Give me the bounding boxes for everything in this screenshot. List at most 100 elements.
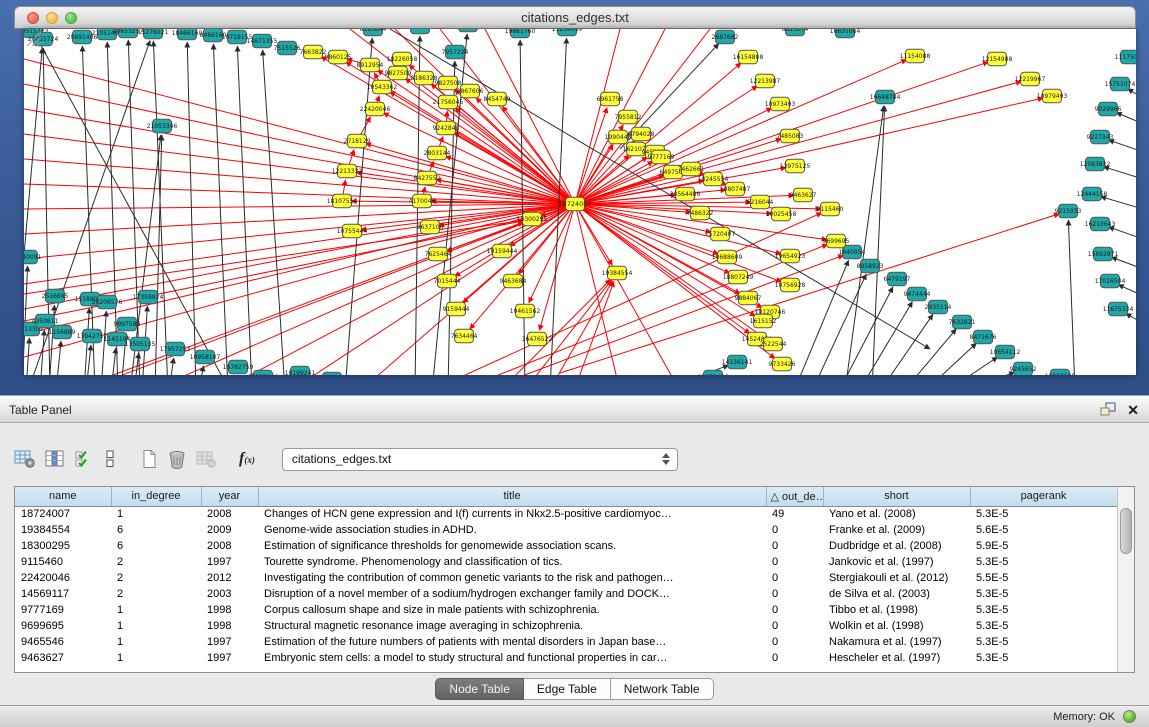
table-cell-year[interactable]: 2003 [201,586,258,602]
table-cell-short[interactable]: Hescheler et al. (1997) [823,650,970,666]
table-row[interactable]: 969969511998Structural magnetic resonanc… [15,618,1117,634]
graph-edge[interactable] [1116,112,1136,125]
table-cell-title[interactable]: Structural magnetic resonance image aver… [258,618,766,634]
table-cell-pagerank[interactable]: 5.6E-5 [970,522,1117,538]
graph-node-16649109[interactable] [459,29,478,32]
graph-edge[interactable] [925,343,976,375]
table-cell-out_degree[interactable]: 0 [766,586,823,602]
table-cell-out_degree[interactable]: 0 [766,538,823,554]
table-cell-in_degree[interactable]: 6 [111,538,201,554]
table-cell-year[interactable]: 1998 [201,618,258,634]
table-cell-short[interactable]: de Silva et al. (2003) [823,586,970,602]
network-view[interactable]: 2051572324055724206914062105140610653257… [24,29,1136,375]
graph-node-10345821[interactable] [323,372,342,375]
tab-network-table[interactable]: Network Table [611,678,714,700]
graph-edge[interactable] [263,50,285,375]
table-row[interactable]: 977716911998Corpus callosum shape and si… [15,602,1117,618]
table-cell-short[interactable]: Jankovic et al. (1997) [823,554,970,570]
table-cell-out_degree[interactable]: 0 [766,570,823,586]
table-cell-out_degree[interactable]: 49 [766,506,823,522]
graph-edge[interactable] [859,302,912,375]
table-cell-name[interactable]: 9115460 [15,554,111,570]
table-cell-name[interactable]: 22420046 [15,570,111,586]
table-cell-title[interactable]: Disruption of a novel member of a sodium… [258,586,766,602]
graph-edge[interactable] [1104,167,1136,180]
graph-edge[interactable] [1109,140,1136,153]
table-cell-title[interactable]: Genome-wide association studies in ADHD. [258,522,766,538]
graph-edge[interactable] [56,341,61,375]
table-cell-title[interactable]: Estimation of significance thresholds fo… [258,538,766,554]
table-cell-name[interactable]: 9465546 [15,634,111,650]
table-cell-pagerank[interactable]: 5.3E-5 [970,554,1117,570]
table-cell-title[interactable]: Corpus callosum shape and size in male p… [258,602,766,618]
table-cell-short[interactable]: Yano et al. (2008) [823,506,970,522]
graph-edge[interactable] [1118,285,1136,297]
function-builder-icon[interactable]: f(x) [239,446,255,472]
column-header-out_degree[interactable]: △ out_de… [766,487,823,506]
graph-edge[interactable] [947,357,998,375]
graph-edge[interactable] [1109,227,1136,240]
table-row[interactable]: 1830029562008Estimation of significance … [15,538,1117,554]
table-cell-out_degree[interactable]: 0 [766,554,823,570]
table-cell-name[interactable]: 19384554 [15,522,111,538]
new-table-icon[interactable] [140,446,158,472]
float-window-icon[interactable] [1100,402,1117,417]
table-cell-out_degree[interactable]: 0 [766,650,823,666]
graph-edge[interactable] [575,29,620,204]
table-cell-in_degree[interactable]: 1 [111,618,201,634]
graph-edge[interactable] [111,348,116,375]
graph-edge[interactable] [794,260,849,375]
graph-edge[interactable] [1068,220,1075,375]
graph-edge[interactable] [1101,197,1136,210]
window-titlebar[interactable]: citations_edges.txt [14,6,1136,29]
network-svg[interactable]: 2051572324055724206914062105140610653257… [24,29,1136,375]
table-cell-year[interactable]: 1997 [201,650,258,666]
table-cell-pagerank[interactable]: 5.3E-5 [970,506,1117,522]
table-row[interactable]: 946362711997Embryonic stem cells: a mode… [15,650,1117,666]
graph-edge[interactable] [169,358,174,375]
table-cell-short[interactable]: Franke et al. (2009) [823,522,970,538]
table-cell-short[interactable]: Tibbo et al. (1998) [823,602,970,618]
table-settings-icon[interactable] [14,446,36,472]
table-cell-name[interactable]: 9699695 [15,618,111,634]
graph-edge[interactable] [213,44,228,375]
table-cell-title[interactable]: Investigating the contribution of common… [258,570,766,586]
column-header-pagerank[interactable]: pagerank [970,487,1117,506]
graph-edge[interactable] [134,353,139,375]
graph-edge[interactable] [812,274,866,375]
graph-edge[interactable] [24,204,575,309]
close-panel-icon[interactable]: ✕ [1127,403,1139,417]
graph-edge[interactable] [1111,257,1136,270]
table-cell-title[interactable]: Changes of HCN gene expression and I(f) … [258,506,766,522]
column-header-title[interactable]: title [258,487,766,506]
table-cell-pagerank[interactable]: 5.9E-5 [970,538,1117,554]
table-cell-in_degree[interactable]: 6 [111,522,201,538]
graph-edge[interactable] [80,204,575,375]
table-cell-name[interactable]: 9463627 [15,650,111,666]
table-cell-name[interactable]: 14569117 [15,586,111,602]
graph-edge[interactable] [24,59,575,204]
table-cell-out_degree[interactable]: 0 [766,634,823,650]
table-cell-in_degree[interactable]: 2 [111,570,201,586]
graph-edge[interactable] [574,281,614,375]
table-row[interactable]: 1938455462009Genome-wide association stu… [15,522,1117,538]
table-cell-in_degree[interactable]: 1 [111,634,201,650]
table-cell-short[interactable]: Wolkin et al. (1998) [823,618,970,634]
graph-edge[interactable] [549,281,613,375]
table-cell-title[interactable]: Embryonic stem cells: a model to study s… [258,650,766,666]
graph-edge[interactable] [575,204,612,265]
resize-grip-icon[interactable] [24,29,42,47]
graph-edge[interactable] [500,279,611,375]
graph-edge[interactable] [845,106,884,375]
table-cell-short[interactable]: Stergiakouli et al. (2012) [823,570,970,586]
table-row[interactable]: 1456911722003Disruption of a novel membe… [15,586,1117,602]
table-selector[interactable]: citations_edges.txt [282,448,678,471]
table-cell-year[interactable]: 1997 [201,634,258,650]
column-header-short[interactable]: short [823,487,970,506]
table-cell-year[interactable]: 2008 [201,506,258,522]
table-cell-out_degree[interactable]: 0 [766,618,823,634]
tab-edge-table[interactable]: Edge Table [524,678,611,700]
table-row[interactable]: 946554611997Estimation of the future num… [15,634,1117,650]
graph-edge[interactable] [502,106,575,204]
table-cell-in_degree[interactable]: 1 [111,506,201,522]
